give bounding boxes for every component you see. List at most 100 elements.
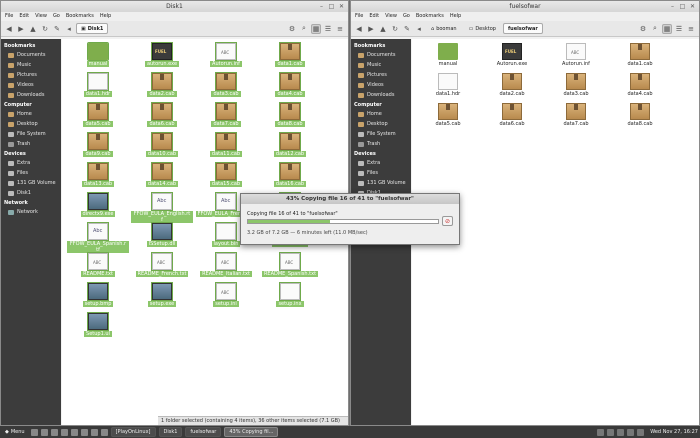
parent-path-icon[interactable]: ◂ [64, 24, 74, 34]
app-launcher-icon[interactable] [60, 428, 68, 436]
sidebar-item-files[interactable]: Files [351, 168, 411, 178]
app-launcher-icon[interactable] [100, 428, 108, 436]
file-item[interactable]: FFOW_EULA_Spanish.rtf [66, 222, 130, 253]
sidebar-item-documents[interactable]: Documents [1, 50, 61, 60]
list-view-icon[interactable]: ☰ [323, 24, 333, 34]
sidebar-item-documents[interactable]: Documents [351, 50, 411, 60]
breadcrumb-fuelsofwar[interactable]: fuelsofwar [502, 23, 543, 34]
file-item[interactable]: data1.cab [608, 43, 672, 73]
minimize-icon[interactable]: – [669, 3, 676, 10]
file-item[interactable]: data13.cab [66, 162, 130, 193]
sidebar-item-file-system[interactable]: File System [351, 129, 411, 139]
app-launcher-icon[interactable] [80, 428, 88, 436]
sidebar-item-131gb-volume[interactable]: 131 GB Volume [1, 178, 61, 188]
task-copying[interactable]: 43% Copying fil... [224, 427, 279, 437]
sidebar-item-files[interactable]: Files [1, 168, 61, 178]
file-item[interactable]: Autorun.inf [194, 42, 258, 73]
file-item[interactable]: Autorun.inf [544, 43, 608, 73]
sidebar-item-extra[interactable]: Extra [1, 158, 61, 168]
file-item[interactable]: Autorun.exe [480, 43, 544, 73]
menu-file[interactable]: File [355, 12, 363, 21]
file-item[interactable]: data1.hdr [416, 73, 480, 103]
reload-icon[interactable]: ↻ [390, 24, 400, 34]
icon-view-icon[interactable]: ▦ [662, 23, 672, 34]
breadcrumb-disk1[interactable]: ▣ Disk1 [76, 23, 109, 34]
search-icon[interactable]: ⌕ [650, 24, 660, 34]
back-icon[interactable]: ◀ [4, 24, 14, 34]
file-item[interactable]: data6.cab [130, 102, 194, 133]
forward-icon[interactable]: ▶ [16, 24, 26, 34]
tray-icon[interactable] [637, 428, 645, 436]
files-launcher-icon[interactable] [40, 428, 48, 436]
sidebar-item-131gb-volume[interactable]: 131 GB Volume [351, 178, 411, 188]
sidebar-item-pictures[interactable]: Pictures [1, 70, 61, 80]
reload-icon[interactable]: ↻ [40, 24, 50, 34]
file-item[interactable]: data2.cab [480, 73, 544, 103]
file-item[interactable]: data7.cab [544, 103, 608, 133]
parent-path-icon[interactable]: ◂ [414, 24, 424, 34]
file-item[interactable]: data4.cab [608, 73, 672, 103]
menu-edit[interactable]: Edit [19, 12, 29, 21]
file-item[interactable]: README_Italian.txt [194, 252, 258, 283]
file-item[interactable]: data8.cab [608, 103, 672, 133]
forward-icon[interactable]: ▶ [366, 24, 376, 34]
file-item[interactable]: setup.bmp [66, 282, 130, 313]
file-item[interactable]: data12.cab [258, 132, 322, 163]
sidebar-item-home[interactable]: Home [1, 109, 61, 119]
close-icon[interactable]: ✕ [338, 3, 345, 10]
list-view-icon[interactable]: ☰ [674, 24, 684, 34]
file-item[interactable]: data11.cab [194, 132, 258, 163]
breadcrumb-booman[interactable]: ⌂ booman [426, 23, 462, 34]
sidebar-item-music[interactable]: Music [1, 60, 61, 70]
file-item[interactable]: data3.cab [544, 73, 608, 103]
file-item[interactable]: setup.exe [130, 282, 194, 313]
file-item[interactable]: setup.ini [194, 282, 258, 313]
close-icon[interactable]: ✕ [689, 3, 696, 10]
file-item[interactable]: setup.inx [258, 282, 322, 313]
file-item[interactable]: data6.cab [480, 103, 544, 133]
menu-help[interactable]: Help [450, 12, 461, 21]
menu-bookmarks[interactable]: Bookmarks [416, 12, 444, 21]
sidebar-item-music[interactable]: Music [351, 60, 411, 70]
task-disk1[interactable]: Disk1 [158, 427, 183, 437]
up-icon[interactable]: ▲ [378, 24, 388, 34]
menu-go[interactable]: Go [403, 12, 410, 21]
maximize-icon[interactable]: □ [679, 3, 686, 10]
menu-bookmarks[interactable]: Bookmarks [66, 12, 94, 21]
pathbar-toggle-icon[interactable]: ✎ [52, 24, 62, 34]
pathbar-toggle-icon[interactable]: ✎ [402, 24, 412, 34]
sidebar-item-network[interactable]: Network [1, 207, 61, 217]
sidebar-item-pictures[interactable]: Pictures [351, 70, 411, 80]
compact-view-icon[interactable]: ≡ [686, 24, 696, 34]
file-item[interactable]: data15.cab [194, 162, 258, 193]
file-item[interactable]: data1.cab [258, 42, 322, 73]
sidebar-item-videos[interactable]: Videos [351, 80, 411, 90]
menu-button[interactable]: ◆ Menu [2, 427, 28, 437]
file-item[interactable]: data9.cab [66, 132, 130, 163]
clock[interactable]: Wed Nov 27, 16:27 [647, 429, 698, 435]
compact-view-icon[interactable]: ≡ [335, 24, 345, 34]
sidebar-item-desktop[interactable]: Desktop [1, 119, 61, 129]
file-item[interactable]: data7.cab [194, 102, 258, 133]
menu-view[interactable]: View [35, 12, 47, 21]
file-item[interactable]: data14.cab [130, 162, 194, 193]
search-icon[interactable]: ⌕ [299, 24, 309, 34]
file-item[interactable]: data2.cab [130, 72, 194, 103]
file-item[interactable]: data16.cab [258, 162, 322, 193]
sidebar-item-downloads[interactable]: Downloads [351, 90, 411, 100]
up-icon[interactable]: ▲ [28, 24, 38, 34]
menu-help[interactable]: Help [100, 12, 111, 21]
file-item[interactable]: manual [66, 42, 130, 73]
file-item[interactable]: data5.cab [416, 103, 480, 133]
menu-go[interactable]: Go [53, 12, 60, 21]
file-item[interactable]: README.txt [66, 252, 130, 283]
file-item[interactable]: data5.cab [66, 102, 130, 133]
file-item[interactable]: data10.cab [130, 132, 194, 163]
tray-icon[interactable] [597, 428, 605, 436]
sidebar-item-trash[interactable]: Trash [351, 139, 411, 149]
file-item[interactable]: Setup1.ul [66, 312, 130, 343]
sidebar-item-desktop[interactable]: Desktop [351, 119, 411, 129]
file-item[interactable]: ISSetup.dll [130, 222, 194, 253]
settings-icon[interactable]: ⚙ [638, 24, 648, 34]
sidebar-item-file-system[interactable]: File System [1, 129, 61, 139]
